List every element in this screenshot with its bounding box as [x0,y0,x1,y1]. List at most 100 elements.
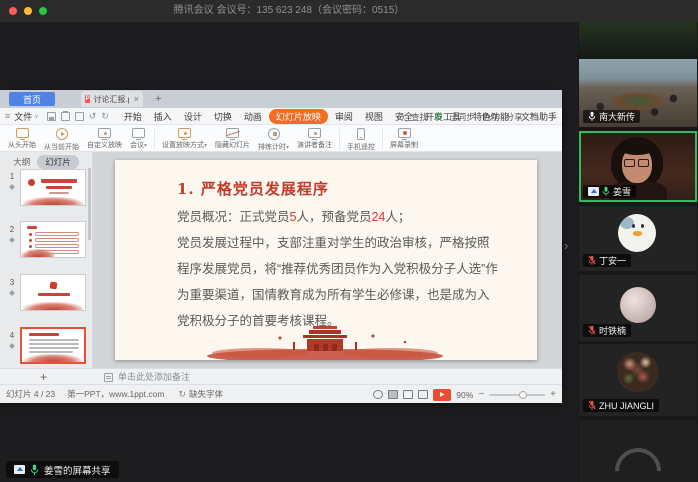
participant-tile-nandaxinchuan[interactable]: 南大新传 [579,59,697,127]
mic-muted-icon [588,400,596,411]
zoom-slider[interactable] [489,394,545,396]
notes-panel-icon [104,373,113,382]
document-tab[interactable]: P 讨论汇报.pptm × [81,91,143,107]
hamburger-icon[interactable]: ≡ [5,111,10,121]
hide-slide-button[interactable]: 隐藏幻灯片 [211,128,254,150]
slide-counter: 幻灯片 4 / 23 [6,388,55,400]
wps-menubar: ≡ 文件 ∨ ↺ ↻ 开始 插入 设计 切换 动画 幻灯片放映 审阅 视图 安全… [0,108,562,125]
slide-number: 1 [7,172,17,181]
undo-icon[interactable]: ↺ [89,112,97,121]
mic-active-icon [602,186,610,197]
presenter-notes-button[interactable]: 演讲者备注 [293,128,336,150]
slide-thumbnail-2[interactable] [20,221,86,258]
dropdown-icon: ▾ [286,145,289,151]
slide-sorter-view-icon[interactable] [403,390,413,399]
normal-view-icon[interactable] [388,390,398,399]
tab-insert[interactable]: 插入 [149,109,177,124]
avatar-silhouette [605,438,670,482]
template-credit: 第一PPT，www.1ppt.com [67,388,164,400]
body-paragraph: 党员发展过程中，支部注重对学生的政治审核，严格按照程序发展党员，将“推荐优秀团员… [177,236,498,328]
participant-name: 南大新传 [599,110,635,123]
add-slide-button[interactable]: + [40,370,47,384]
find-label[interactable]: 查找 [411,111,428,123]
slide-thumbnail-1[interactable] [20,169,86,206]
new-tab-button[interactable]: + [155,93,161,105]
stats-line: 党员概况：正式党员5人，预备党员24人； [177,210,410,224]
print-icon[interactable] [61,112,70,121]
animation-star-icon [9,290,15,296]
tab-review[interactable]: 审阅 [330,109,358,124]
current-slide[interactable]: 1. 严格党员发展程序 党员概况：正式党员5人，预备党员24人； 党员发展过程中… [115,160,537,360]
phone-remote-button[interactable]: 手机遥控 [343,128,379,152]
participant-tile-zhujiangli[interactable]: ZHU JIANGLI [579,344,697,416]
participant-tile-partial-top[interactable] [579,22,697,57]
mic-muted-icon [588,255,596,266]
setup-show-button[interactable]: 设置放映方式▾ [158,128,211,150]
screen-share-banner[interactable]: 姜雪的屏幕共享 [6,461,119,478]
participant-name: 姜雪 [613,185,631,198]
annotate-pen-icon[interactable] [373,390,383,399]
avatar [617,352,659,392]
redo-icon[interactable]: ↻ [101,112,109,121]
notes-placeholder[interactable]: 单击此处添加备注 [118,369,190,385]
slides-tab[interactable]: 幻灯片 [37,155,79,169]
rehearse-timing-button[interactable]: 排练计时▾ [254,128,293,152]
zoom-in-button[interactable]: + [550,389,556,400]
sync-label[interactable]: 已同步 [449,111,475,123]
tab-view[interactable]: 视图 [360,109,388,124]
party-emblem-art [28,179,35,186]
toolbar-divider [339,129,340,149]
red-watermark-art [21,249,55,257]
mic-muted-icon [588,325,596,336]
participant-tile-partial-bottom[interactable] [579,420,697,482]
preview-icon[interactable] [75,112,84,121]
wps-statusbar: 幻灯片 4 / 23 第一PPT，www.1ppt.com ↻ 缺失字体 ▶ 9… [0,384,562,403]
menubar-right-tools: 查找 ✓ 已同步 协作 分享 ? | ∧ [398,108,556,125]
statusbar-right-controls: ▶ 90% − + [373,385,556,404]
tab-animation[interactable]: 动画 [239,109,267,124]
participant-tile-dinganyi[interactable]: 丁安一 [579,206,697,271]
slide-title: 1. 严格党员发展程序 [177,178,329,199]
zoom-out-button[interactable]: − [478,389,484,400]
start-slideshow-button[interactable]: ▶ [433,389,451,401]
tab-design[interactable]: 设计 [179,109,207,124]
panel-scrollbar[interactable] [88,168,91,240]
reading-view-icon[interactable] [418,390,428,399]
participant-tile-shitienan[interactable]: 时铁楠 [579,275,697,341]
participant-tile-jiangxue-speaking[interactable]: 姜雪 [579,131,697,202]
file-menu[interactable]: 文件 [14,110,32,123]
play-from-current-button[interactable]: 从当前开始 [40,128,83,152]
avatar [620,287,656,323]
screen-share-icon [14,465,25,474]
collaborate-label[interactable]: 协作 [482,111,499,123]
monitor-play-icon [16,128,29,138]
tab-transition[interactable]: 切换 [209,109,237,124]
participant-name: ZHU JIANGLI [599,401,654,411]
meeting-titlebar: 腾讯会议 会议号：135 623 248（会议密码：0515） [0,0,698,22]
missing-font-warning[interactable]: 缺失字体 [189,388,223,400]
ppt-file-icon: P [85,95,90,103]
slide-thumbnail-4-selected[interactable] [20,327,86,364]
meeting-button[interactable]: 会议▾ [126,128,151,150]
share-label[interactable]: 分享 [506,111,523,123]
help-icon[interactable]: ? [530,112,534,121]
screen-record-button[interactable]: 屏幕录制 [386,128,422,150]
collapse-ribbon-icon[interactable]: ∧ [550,112,556,121]
outline-tab[interactable]: 大纲 [13,156,30,168]
file-menu-chevron-icon: ∨ [34,113,38,120]
meeting-icon [132,128,145,138]
play-from-start-button[interactable]: 从头开始 [4,128,40,150]
tab-slideshow[interactable]: 幻灯片放映 [269,109,328,124]
custom-slideshow-button[interactable]: 自定义放映 [83,128,126,150]
sidebar-collapse-icon[interactable]: › [564,238,568,253]
tab-home[interactable]: 开始 [119,109,147,124]
search-icon[interactable] [398,114,404,120]
refresh-icon: ↻ [178,389,186,400]
phone-icon [357,128,365,140]
close-tab-icon[interactable]: × [134,94,139,104]
save-icon[interactable] [47,112,56,121]
slide-thumbnail-3[interactable] [20,274,86,311]
slide-thumbnail-panel: 大纲 幻灯片 1 2 3 [0,152,93,368]
zoom-slider-knob[interactable] [519,391,527,399]
wps-home-button[interactable]: 首页 [9,92,55,106]
